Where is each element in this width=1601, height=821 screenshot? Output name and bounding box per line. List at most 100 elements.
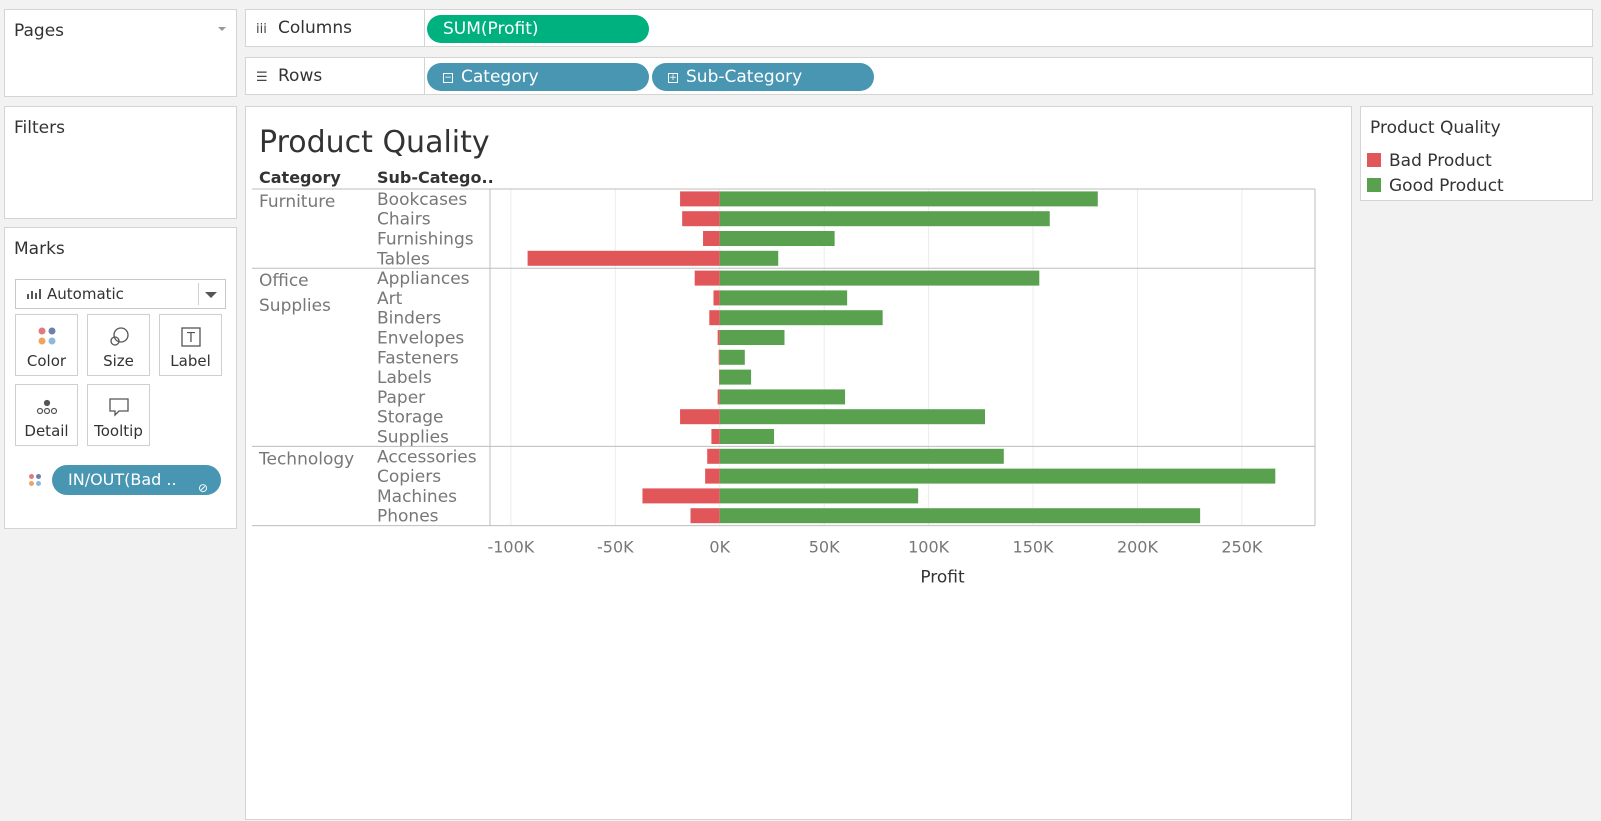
sub-category-label: Machines	[377, 487, 457, 507]
color-dots-icon	[29, 474, 43, 488]
bar-bad-product	[717, 330, 720, 345]
detail-button-label: Detail	[24, 422, 69, 440]
x-tick-label: 200K	[1117, 538, 1159, 557]
bar-bad-product	[527, 250, 720, 266]
bar-good-product	[719, 488, 919, 504]
size-button[interactable]: Size	[87, 314, 150, 376]
bar-good-product	[719, 429, 775, 444]
sub-category-label: Accessories	[377, 447, 477, 467]
bar-good-product	[719, 191, 1098, 207]
bar-bad-product	[682, 211, 720, 227]
color-field-pill[interactable]: IN/OUT(Bad .. ⊘	[52, 465, 221, 495]
bar-chart: Category Sub-Catego.. Furniture BookcasesCh…	[252, 168, 1316, 588]
bar-good-product	[719, 231, 835, 246]
x-tick-label: 250K	[1221, 538, 1263, 557]
bar-bad-product	[690, 508, 720, 524]
columns-shelf-label: iii Columns	[246, 10, 425, 46]
category-label: Office	[259, 271, 309, 291]
bar-good-product	[719, 270, 1040, 286]
sub-category-label: Bookcases	[377, 190, 467, 210]
columns-shelf[interactable]: iii Columns SUM(Profit)	[245, 9, 1593, 47]
bar-bad-product	[694, 270, 720, 286]
bar-good-product	[719, 468, 1276, 484]
bar-good-product	[719, 250, 779, 266]
bar-good-product	[719, 290, 848, 306]
legend-swatch	[1367, 153, 1381, 167]
x-tick-label: 100K	[908, 538, 950, 557]
sub-category-label: Paper	[377, 388, 425, 408]
bar-bad-product	[707, 448, 720, 464]
bar-bad-product	[717, 389, 720, 405]
bar-good-product	[719, 409, 985, 425]
worksheet-view: Product Quality Category Sub-Catego.. Furn…	[245, 106, 1352, 820]
mark-type-label: Automatic	[47, 285, 124, 303]
tooltip-button[interactable]: Tooltip	[87, 384, 150, 446]
sub-category-label: Envelopes	[377, 329, 464, 349]
sub-category-label: Binders	[377, 309, 441, 329]
legend-title: Product Quality	[1370, 118, 1501, 138]
size-icon	[109, 327, 129, 346]
color-legend: Product Quality Bad Product Good Product	[1360, 106, 1593, 201]
bar-bad-product	[703, 231, 720, 246]
bar-bad-product	[680, 191, 720, 207]
category-header: Category	[259, 168, 341, 187]
rows-shelf[interactable]: ☰ Rows − Category + Sub-Category	[245, 57, 1593, 95]
detail-icon	[36, 399, 57, 415]
x-tick-label: -50K	[597, 538, 634, 557]
rows-icon: ☰	[256, 70, 268, 85]
tooltip-button-label: Tooltip	[94, 422, 143, 440]
color-button[interactable]: Color	[15, 314, 78, 376]
marks-title: Marks	[14, 239, 65, 259]
legend-item-bad-product[interactable]: Bad Product	[1367, 151, 1492, 171]
color-field-label: IN/OUT(Bad ..	[68, 470, 177, 489]
category-label: Supplies	[259, 296, 331, 316]
bar-bad-product	[709, 310, 720, 326]
x-tick-label: 50K	[809, 538, 840, 557]
category-label: Technology	[258, 449, 354, 469]
sub-category-label: Furnishings	[377, 230, 474, 250]
bar-bad-product	[705, 468, 720, 484]
columns-icon: iii	[256, 22, 267, 37]
bar-good-product	[719, 369, 752, 385]
label-button-label: Label	[170, 352, 211, 370]
sub-category-label: Phones	[377, 507, 439, 527]
expand-icon[interactable]: +	[668, 73, 678, 83]
sub-category-label: Art	[377, 289, 403, 309]
x-axis-title: Profit	[920, 568, 965, 588]
mark-type-dropdown[interactable]: Automatic	[15, 279, 226, 309]
label-icon: T	[180, 327, 201, 347]
bar-bad-product	[680, 409, 720, 425]
x-tick-label: 0K	[709, 538, 730, 557]
detail-button[interactable]: Detail	[15, 384, 78, 446]
svg-text:T: T	[186, 331, 195, 346]
bar-good-product	[719, 508, 1201, 524]
bar-good-product	[719, 310, 883, 326]
bar-good-product	[719, 211, 1050, 227]
marks-card: Marks Automatic Color Size T Label Detai…	[4, 227, 237, 529]
label-button[interactable]: T Label	[159, 314, 222, 376]
x-tick-label: 150K	[1013, 538, 1055, 557]
sub-category-label: Supplies	[377, 428, 449, 448]
sub-category-label: Chairs	[377, 210, 431, 230]
link-icon: ⊘	[197, 481, 208, 495]
filters-card[interactable]: Filters	[4, 106, 237, 219]
x-tick-label: -100K	[487, 538, 534, 557]
bar-good-product	[719, 349, 745, 365]
sub-category-label: Storage	[377, 408, 444, 428]
bar-good-product	[719, 389, 846, 405]
sub-category-label: Fasteners	[377, 348, 459, 368]
color-dots-icon	[38, 327, 55, 345]
color-button-label: Color	[26, 352, 67, 370]
sub-category-label: Appliances	[377, 269, 470, 289]
pages-card[interactable]: Pages	[4, 9, 237, 97]
category-pill[interactable]: − Category	[427, 63, 649, 91]
sum-profit-pill[interactable]: SUM(Profit)	[427, 15, 649, 43]
legend-item-good-product[interactable]: Good Product	[1367, 176, 1504, 196]
collapse-icon[interactable]: −	[443, 73, 453, 83]
pages-title: Pages	[14, 21, 65, 41]
sub-category-pill[interactable]: + Sub-Category	[652, 63, 874, 91]
bar-bad-product	[642, 488, 720, 504]
bar-bad-product	[711, 429, 720, 444]
pages-dropdown-icon[interactable]	[218, 27, 226, 31]
chevron-down-icon[interactable]	[205, 292, 217, 298]
